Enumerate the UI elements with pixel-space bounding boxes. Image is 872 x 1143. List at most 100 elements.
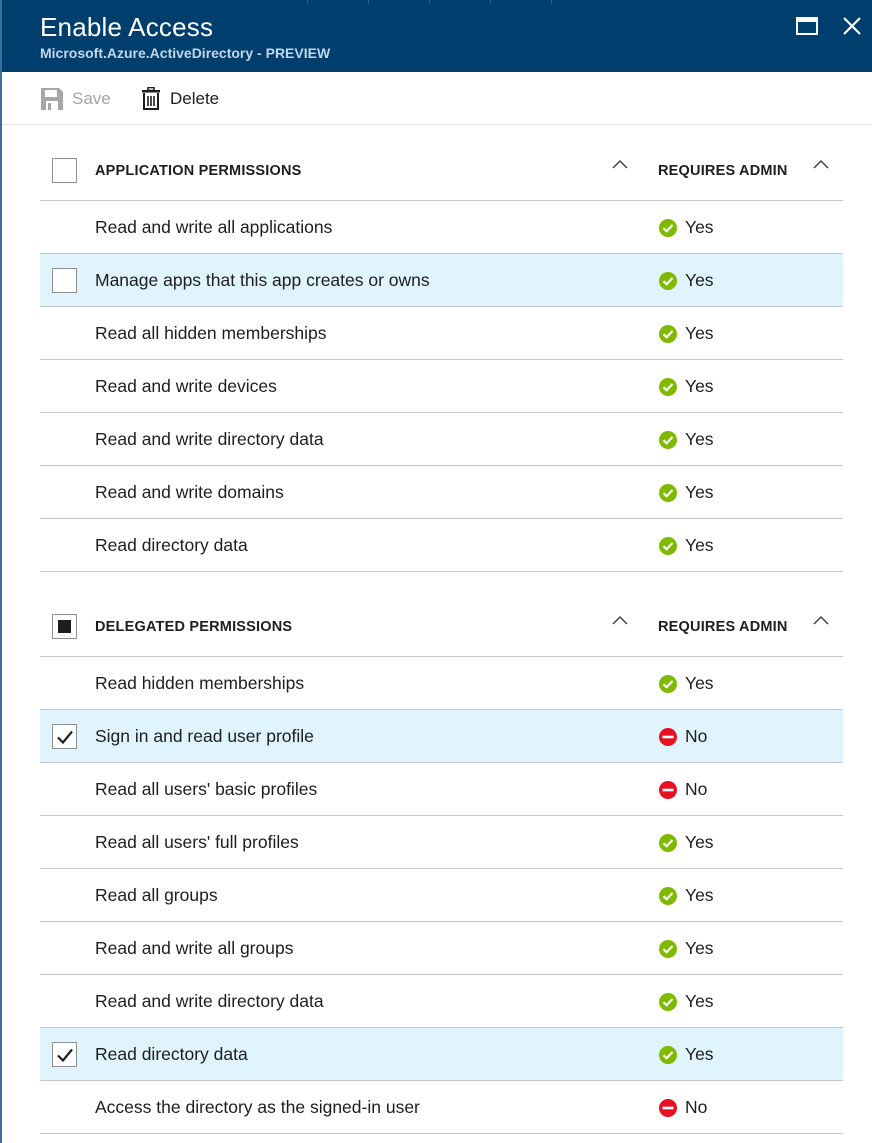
requires-admin-value: No bbox=[685, 779, 708, 799]
blocked-icon bbox=[659, 1099, 677, 1117]
permission-name: Read directory data bbox=[95, 535, 248, 555]
row-checkbox[interactable] bbox=[52, 533, 77, 558]
permission-row[interactable]: Read all hidden memberships Yes bbox=[40, 307, 843, 360]
maximize-button[interactable] bbox=[795, 14, 823, 42]
header-tick bbox=[307, 0, 308, 4]
row-checkbox[interactable] bbox=[52, 724, 77, 749]
application-permissions-section: APPLICATION PERMISSIONS REQUIRES ADMIN R… bbox=[40, 139, 843, 572]
select-all-application-checkbox[interactable] bbox=[52, 158, 77, 183]
delegated-permissions-section: DELEGATED PERMISSIONS REQUIRES ADMIN Rea… bbox=[40, 595, 843, 1134]
sort-requires-admin-button[interactable] bbox=[813, 157, 829, 175]
permission-name: Read hidden memberships bbox=[95, 673, 305, 693]
permission-row[interactable]: Read and write devices Yes bbox=[40, 360, 843, 413]
row-checkbox[interactable] bbox=[52, 480, 77, 505]
chevron-up-icon bbox=[612, 615, 628, 625]
permission-row[interactable]: Read directory data Yes bbox=[40, 519, 843, 572]
header-tick bbox=[429, 0, 430, 4]
permission-row[interactable]: Read and write all applications Yes bbox=[40, 201, 843, 254]
select-all-delegated-checkbox[interactable] bbox=[52, 614, 77, 639]
blade-header: Enable Access Microsoft.Azure.ActiveDire… bbox=[2, 0, 872, 72]
check-circle-icon bbox=[659, 675, 677, 693]
row-checkbox[interactable] bbox=[52, 1042, 77, 1067]
row-checkbox[interactable] bbox=[52, 936, 77, 961]
chevron-up-icon bbox=[612, 159, 628, 169]
row-checkbox[interactable] bbox=[52, 883, 77, 908]
permission-name: Read all groups bbox=[95, 885, 218, 905]
check-circle-icon bbox=[659, 219, 677, 237]
permission-name: Read and write all applications bbox=[95, 217, 333, 237]
delete-button[interactable]: Delete bbox=[140, 86, 219, 112]
blade-subtitle: Microsoft.Azure.ActiveDirectory - PREVIE… bbox=[40, 45, 331, 61]
sort-permission-button[interactable] bbox=[612, 157, 628, 175]
row-checkbox[interactable] bbox=[52, 427, 77, 452]
checkmark-icon bbox=[56, 1048, 73, 1062]
permission-name: Read all users' full profiles bbox=[95, 832, 299, 852]
check-circle-icon bbox=[659, 325, 677, 343]
requires-admin-value: Yes bbox=[685, 938, 714, 958]
requires-admin-value: Yes bbox=[685, 482, 714, 502]
column-header-permission: APPLICATION PERMISSIONS bbox=[95, 163, 302, 179]
row-checkbox[interactable] bbox=[52, 215, 77, 240]
sort-requires-admin-button[interactable] bbox=[813, 613, 829, 631]
row-checkbox[interactable] bbox=[52, 989, 77, 1014]
delete-label: Delete bbox=[170, 89, 220, 108]
requires-admin-value: Yes bbox=[685, 270, 714, 290]
permission-row[interactable]: Read and write domains Yes bbox=[40, 466, 843, 519]
row-checkbox[interactable] bbox=[52, 830, 77, 855]
permission-row[interactable]: Manage apps that this app creates or own… bbox=[40, 254, 843, 307]
permission-name: Read and write devices bbox=[95, 376, 277, 396]
check-circle-icon bbox=[659, 834, 677, 852]
row-checkbox[interactable] bbox=[52, 777, 77, 802]
chevron-up-icon bbox=[813, 159, 829, 169]
row-checkbox[interactable] bbox=[52, 321, 77, 346]
requires-admin-value: Yes bbox=[685, 673, 714, 693]
permission-row[interactable]: Read and write all groups Yes bbox=[40, 922, 843, 975]
permission-row[interactable]: Read directory data Yes bbox=[40, 1028, 843, 1081]
check-circle-icon bbox=[659, 537, 677, 555]
maximize-icon bbox=[796, 17, 818, 35]
save-label: Save bbox=[72, 89, 111, 108]
partial-selection-indicator bbox=[58, 620, 71, 633]
permission-row[interactable]: Read all users' full profiles Yes bbox=[40, 816, 843, 869]
permission-row[interactable]: Read and write directory data Yes bbox=[40, 413, 843, 466]
requires-admin-value: No bbox=[685, 1097, 708, 1117]
delegated-permissions-header: DELEGATED PERMISSIONS REQUIRES ADMIN bbox=[40, 595, 843, 657]
close-button[interactable] bbox=[840, 14, 868, 42]
requires-admin-value: Yes bbox=[685, 376, 714, 396]
column-header-requires-admin: REQUIRES ADMIN bbox=[658, 619, 788, 635]
permission-name: Read and write domains bbox=[95, 482, 284, 502]
permission-row[interactable]: Sign in and read user profile No bbox=[40, 710, 843, 763]
permission-name: Read all hidden memberships bbox=[95, 323, 327, 343]
header-tick bbox=[368, 0, 369, 4]
blocked-icon bbox=[659, 781, 677, 799]
trash-icon bbox=[142, 87, 160, 110]
close-icon bbox=[843, 17, 861, 35]
requires-admin-value: Yes bbox=[685, 1044, 714, 1064]
requires-admin-value: Yes bbox=[685, 217, 714, 237]
permission-row[interactable]: Access the directory as the signed-in us… bbox=[40, 1081, 843, 1134]
row-checkbox[interactable] bbox=[52, 1095, 77, 1120]
application-permissions-list: Read and write all applications Yes Manage… bbox=[40, 201, 843, 572]
chevron-up-icon bbox=[813, 615, 829, 625]
permission-name: Read all users' basic profiles bbox=[95, 779, 318, 799]
blocked-icon bbox=[659, 728, 677, 746]
permission-row[interactable]: Read all groups Yes bbox=[40, 869, 843, 922]
permission-row[interactable]: Read all users' basic profiles No bbox=[40, 763, 843, 816]
row-checkbox[interactable] bbox=[52, 268, 77, 293]
check-circle-icon bbox=[659, 940, 677, 958]
permission-name: Read and write directory data bbox=[95, 991, 324, 1011]
permission-name: Read and write all groups bbox=[95, 938, 294, 958]
row-checkbox[interactable] bbox=[52, 671, 77, 696]
requires-admin-value: Yes bbox=[685, 323, 714, 343]
row-checkbox[interactable] bbox=[52, 374, 77, 399]
sort-permission-button[interactable] bbox=[612, 613, 628, 631]
save-icon bbox=[41, 88, 63, 110]
save-button[interactable]: Save bbox=[40, 86, 111, 112]
permission-row[interactable]: Read hidden memberships Yes bbox=[40, 657, 843, 710]
permission-name: Access the directory as the signed-in us… bbox=[95, 1097, 420, 1117]
requires-admin-value: Yes bbox=[685, 991, 714, 1011]
delegated-permissions-list: Read hidden memberships Yes Sign in and re… bbox=[40, 657, 843, 1134]
check-circle-icon bbox=[659, 1046, 677, 1064]
permission-name: Manage apps that this app creates or own… bbox=[95, 270, 430, 290]
permission-row[interactable]: Read and write directory data Yes bbox=[40, 975, 843, 1028]
